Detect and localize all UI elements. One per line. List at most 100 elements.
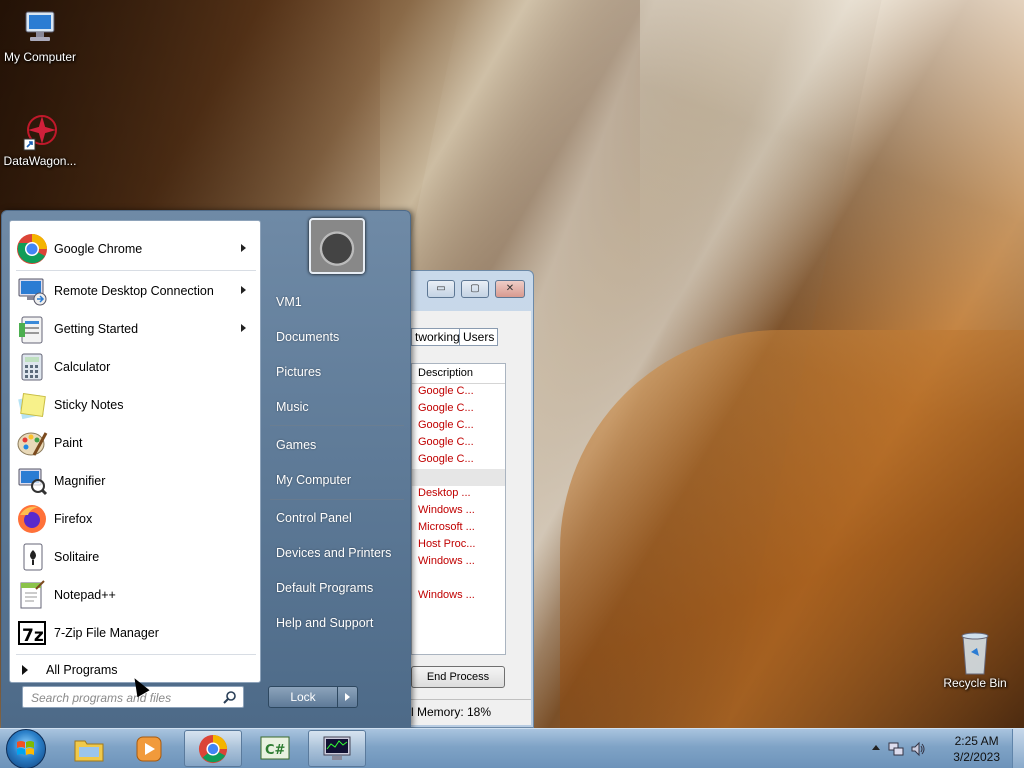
7zip-icon: 7z (16, 617, 48, 649)
program-label: Sticky Notes (54, 398, 124, 412)
program-calculator[interactable]: Calculator (12, 349, 258, 385)
list-item[interactable]: Desktop ... (412, 486, 505, 503)
right-item-user[interactable]: VM1 (276, 295, 302, 309)
list-item[interactable]: Windows ... (412, 588, 505, 605)
column-header-description[interactable]: Description (412, 364, 505, 384)
recycle-bin-icon (955, 630, 995, 675)
start-button[interactable] (6, 729, 46, 768)
program-remote-desktop[interactable]: Remote Desktop Connection (12, 273, 258, 309)
windows-logo-icon (17, 741, 34, 755)
separator (16, 654, 256, 655)
minimize-button[interactable]: ▭ (427, 280, 455, 298)
svg-text:C#: C# (265, 743, 286, 758)
program-notepadpp[interactable]: Notepad++ (12, 577, 258, 613)
right-item-pictures[interactable]: Pictures (276, 365, 321, 379)
desktop-icon-my-computer[interactable]: My Computer (0, 8, 80, 64)
solitaire-icon (16, 541, 48, 573)
system-tray: 2:25 AM 3/2/2023 (854, 729, 1024, 768)
shutdown-options-arrow-icon[interactable] (345, 693, 350, 701)
datawagon-icon (20, 112, 60, 152)
taskbar-chrome[interactable] (184, 730, 242, 767)
taskbar-media-player[interactable] (120, 730, 178, 767)
list-item[interactable]: Google C... (412, 401, 505, 418)
chevron-right-icon (22, 665, 28, 675)
start-menu: Google Chrome Remote Desktop Connection … (1, 210, 411, 728)
search-placeholder: Search programs and files (31, 691, 172, 705)
maximize-button[interactable]: ▢ (461, 280, 489, 298)
clock-time: 2:25 AM (954, 734, 999, 748)
all-programs-label: All Programs (46, 663, 118, 677)
svg-text:7z: 7z (22, 626, 44, 646)
desktop-icon-datawagon[interactable]: DataWagon... (0, 112, 80, 168)
taskbar-csharp[interactable]: C# (246, 730, 304, 767)
list-item[interactable]: Google C... (412, 384, 505, 401)
program-7zip[interactable]: 7z 7-Zip File Manager (12, 615, 258, 651)
right-item-devices-printers[interactable]: Devices and Printers (276, 546, 391, 560)
right-item-documents[interactable]: Documents (276, 330, 339, 344)
network-icon[interactable] (888, 741, 904, 757)
process-list[interactable]: Description Google C... Google C... Goog… (411, 363, 506, 655)
desktop-icon-recycle-bin[interactable]: Recycle Bin (935, 630, 1015, 690)
show-hidden-icons-icon[interactable] (872, 745, 880, 750)
separator (270, 425, 404, 426)
remote-desktop-icon (16, 275, 48, 307)
list-item[interactable]: Google C... (412, 452, 505, 469)
tab-networking[interactable]: tworking (411, 328, 464, 346)
program-sticky-notes[interactable]: Sticky Notes (12, 387, 258, 423)
right-item-my-computer[interactable]: My Computer (276, 473, 351, 487)
sticky-notes-icon (16, 389, 48, 421)
task-manager-icon (323, 736, 351, 760)
list-item[interactable]: Google C... (412, 435, 505, 452)
program-paint[interactable]: Paint (12, 425, 258, 461)
program-solitaire[interactable]: Solitaire (12, 539, 258, 575)
lock-button[interactable]: Lock (268, 686, 358, 708)
end-process-button[interactable]: End Process (411, 666, 505, 688)
program-label: Magnifier (54, 474, 106, 488)
clock-date: 3/2/2023 (953, 750, 1000, 764)
submenu-arrow-icon[interactable] (241, 324, 246, 332)
close-button[interactable]: ✕ (495, 280, 525, 298)
firefox-icon (16, 503, 48, 535)
taskbar-task-manager[interactable] (308, 730, 366, 767)
program-label: Firefox (54, 512, 93, 526)
program-firefox[interactable]: Firefox (12, 501, 258, 537)
list-item[interactable]: Host Proc... (412, 537, 505, 554)
program-google-chrome[interactable]: Google Chrome (12, 231, 258, 267)
chrome-icon (16, 233, 48, 265)
right-item-control-panel[interactable]: Control Panel (276, 511, 352, 525)
list-item[interactable]: Google C... (412, 418, 505, 435)
program-label: Remote Desktop Connection (54, 284, 214, 298)
right-item-games[interactable]: Games (276, 438, 316, 452)
submenu-arrow-icon[interactable] (241, 244, 246, 252)
show-desktop-button[interactable] (1012, 729, 1024, 768)
submenu-arrow-icon[interactable] (241, 286, 246, 294)
desktop-icon-label: My Computer (3, 50, 77, 64)
user-avatar[interactable] (309, 218, 365, 274)
list-item[interactable]: Windows ... (412, 503, 505, 520)
lock-label: Lock (290, 690, 316, 704)
paint-icon (16, 427, 48, 459)
taskbar-explorer[interactable] (60, 730, 118, 767)
program-label: Calculator (54, 360, 111, 374)
notepadpp-icon (16, 579, 48, 611)
computer-icon (20, 8, 60, 48)
folder-icon (74, 740, 104, 761)
list-item[interactable]: Microsoft ... (412, 520, 505, 537)
list-item[interactable]: Windows ... (412, 554, 505, 571)
tab-users[interactable]: Users (459, 328, 499, 346)
program-label: Solitaire (54, 550, 100, 564)
separator (270, 499, 404, 500)
list-item[interactable] (412, 571, 505, 588)
calculator-icon (16, 351, 48, 383)
program-magnifier[interactable]: Magnifier (12, 463, 258, 499)
right-item-music[interactable]: Music (276, 400, 309, 414)
program-label: Google Chrome (54, 242, 143, 256)
volume-icon[interactable] (910, 741, 926, 757)
list-item[interactable] (412, 469, 505, 486)
program-getting-started[interactable]: Getting Started (12, 311, 258, 347)
program-label: Paint (54, 436, 83, 450)
right-item-help-support[interactable]: Help and Support (276, 616, 373, 630)
right-item-default-programs[interactable]: Default Programs (276, 581, 373, 595)
taskbar: C# 2:25 AM 3/2/2023 (0, 728, 1024, 768)
clock[interactable]: 2:25 AM 3/2/2023 (953, 733, 1000, 765)
